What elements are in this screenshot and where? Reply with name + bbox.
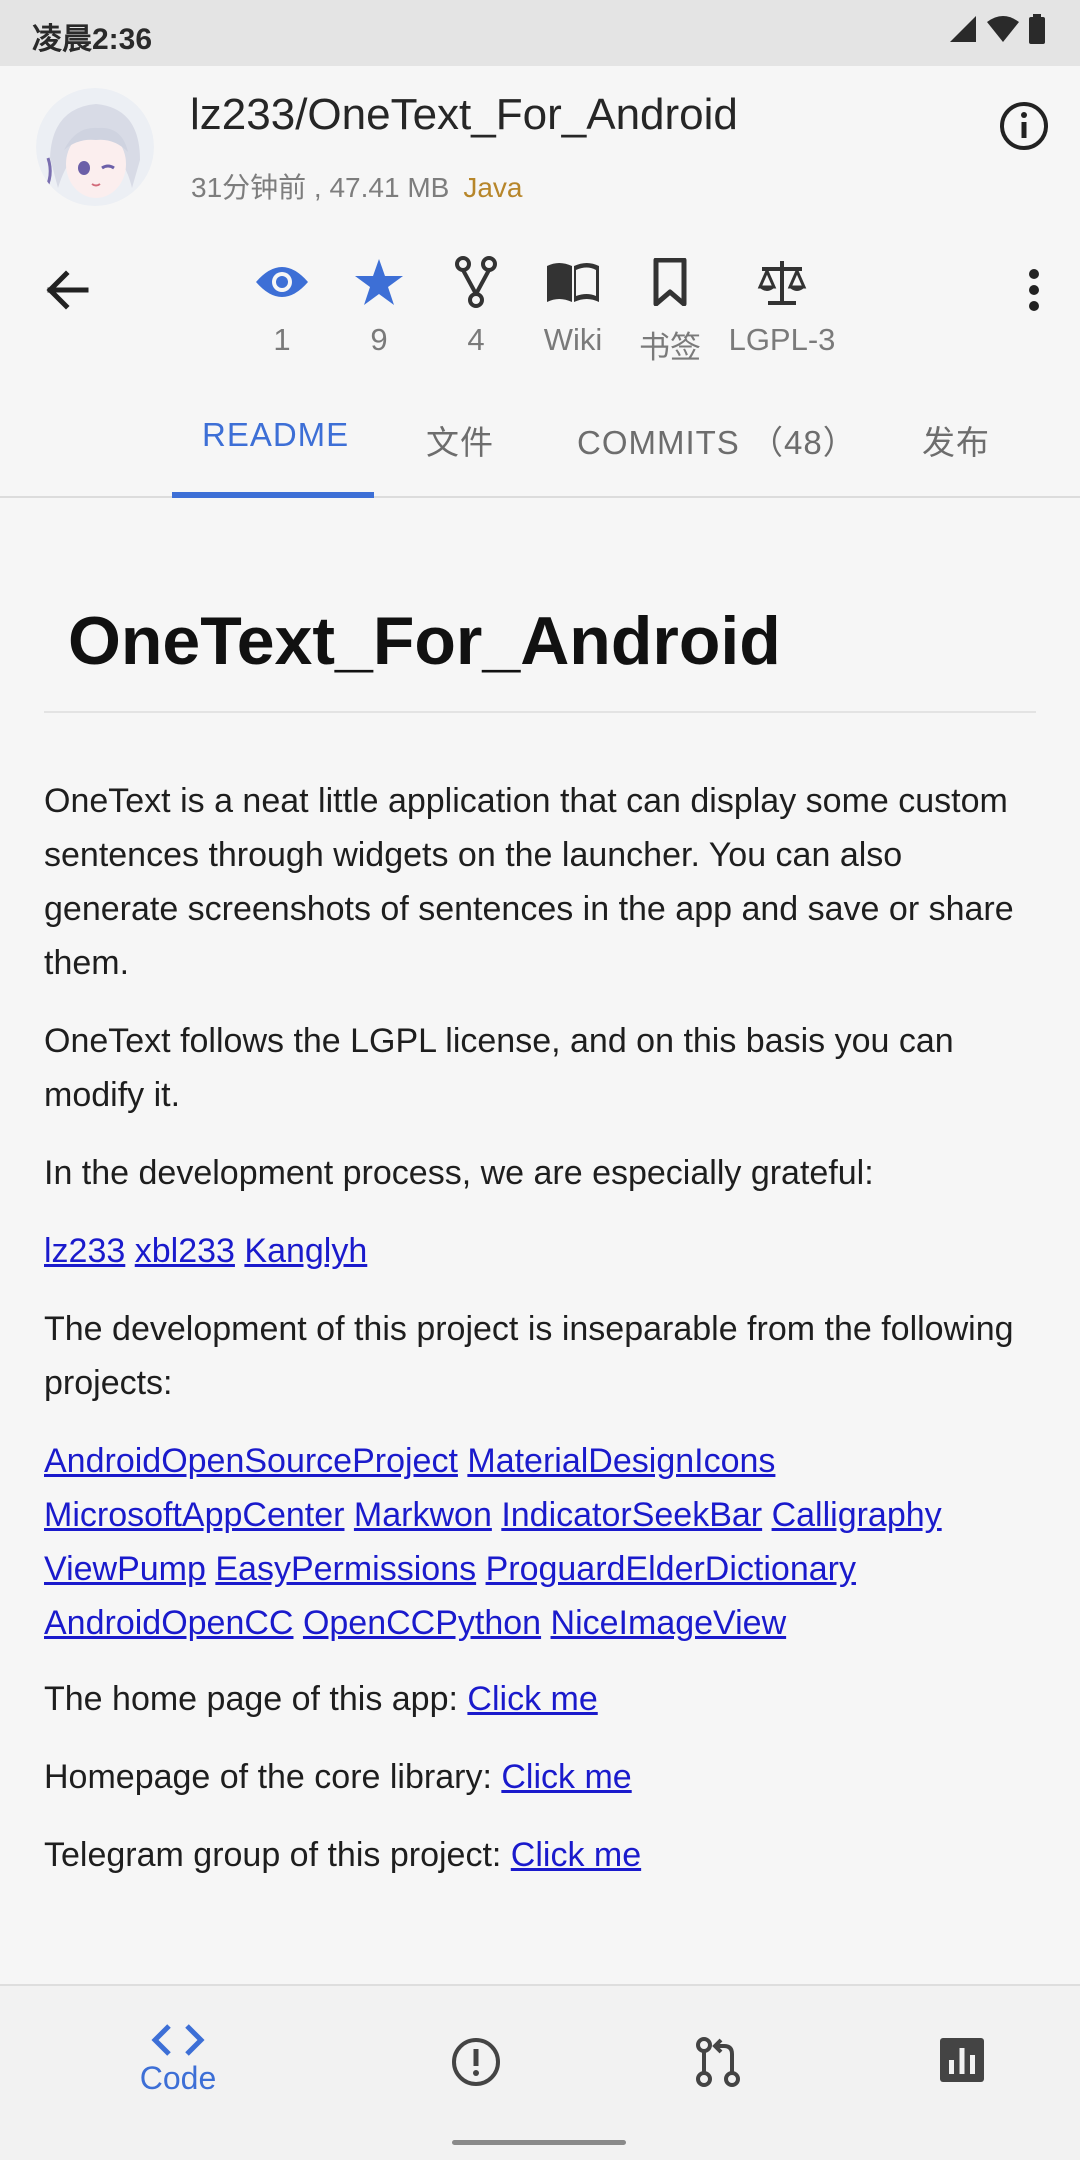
telegram-label: Telegram group of this project:: [44, 1836, 502, 1874]
project-link[interactable]: OpenCCPython: [303, 1604, 541, 1642]
telegram-link[interactable]: Click me: [511, 1836, 641, 1874]
title-divider: [44, 711, 1036, 713]
contributor-links: lz233 xbl233 Kanglyh: [44, 1224, 1024, 1278]
home-page-link[interactable]: Click me: [467, 1680, 597, 1718]
contributor-link[interactable]: Kanglyh: [244, 1232, 367, 1270]
tab-releases[interactable]: 发布: [922, 416, 990, 498]
bookmark-icon: [653, 258, 687, 306]
scale-icon: [757, 261, 807, 305]
license-stat[interactable]: LGPL-3: [727, 252, 837, 358]
core-library-link[interactable]: Click me: [501, 1758, 631, 1796]
readme-paragraph-dependencies: The development of this project is insep…: [44, 1310, 1014, 1402]
repo-name: lz233/OneText_For_Android: [190, 90, 738, 139]
avatar[interactable]: [36, 88, 154, 206]
signal-icon: [950, 16, 976, 42]
readme-paragraph-intro: OneText is a neat little application tha…: [44, 782, 1014, 982]
status-time: 凌晨2:36: [32, 23, 153, 56]
readme-content: OneText_For_Android OneText is a neat li…: [0, 498, 1080, 1984]
watchers-count: 1: [273, 322, 291, 357]
bar-chart-icon: [940, 2038, 984, 2082]
book-icon: [547, 263, 599, 302]
stars-count: 9: [370, 322, 388, 357]
info-icon[interactable]: [994, 96, 1054, 156]
repo-tabs: README 文件 COMMITS （48） 发布: [0, 416, 1080, 498]
issues-icon: [452, 2038, 500, 2086]
nav-pull-requests[interactable]: [690, 2036, 746, 2088]
project-links: AndroidOpenSourceProject MaterialDesignI…: [44, 1434, 1044, 1650]
project-link[interactable]: Markwon: [354, 1496, 492, 1534]
contributor-link[interactable]: lz233: [44, 1232, 125, 1270]
forks-stat[interactable]: 4: [421, 252, 531, 358]
license-label: LGPL-3: [728, 322, 836, 357]
tab-readme[interactable]: README: [202, 416, 349, 498]
project-link[interactable]: MicrosoftAppCenter: [44, 1496, 344, 1534]
forks-count: 4: [467, 322, 485, 357]
fork-icon: [455, 256, 497, 308]
bookmark-stat[interactable]: 书签: [615, 252, 725, 367]
repo-meta: 31分钟前 , 47.41 MB Java: [191, 166, 523, 206]
nav-code[interactable]: Code: [128, 2022, 228, 2097]
telegram-line: Telegram group of this project: Click me: [44, 1828, 1024, 1882]
home-page-line: The home page of this app: Click me: [44, 1672, 1024, 1726]
status-icons: [948, 14, 1046, 44]
tab-commits[interactable]: COMMITS （48）: [577, 416, 857, 498]
project-link[interactable]: ProguardElderDictionary: [486, 1550, 856, 1588]
project-link[interactable]: AndroidOpenSourceProject: [44, 1442, 458, 1480]
nav-code-label: Code: [139, 2060, 217, 2096]
eye-icon: [256, 267, 308, 297]
wifi-icon: [987, 16, 1019, 42]
status-bar: 凌晨2:36: [0, 0, 1080, 66]
wiki-stat[interactable]: Wiki: [518, 252, 628, 358]
code-icon: [151, 2024, 205, 2056]
repo-language: Java: [463, 172, 523, 203]
project-link[interactable]: IndicatorSeekBar: [501, 1496, 762, 1534]
core-library-label: Homepage of the core library:: [44, 1758, 492, 1796]
repo-updated-size: 31分钟前 , 47.41 MB: [191, 172, 450, 203]
contributor-link[interactable]: xbl233: [135, 1232, 235, 1270]
bookmark-label: 书签: [639, 330, 701, 365]
home-indicator: [452, 2140, 626, 2145]
wiki-label: Wiki: [543, 322, 603, 357]
repo-header: lz233/OneText_For_Android 31分钟前 , 47.41 …: [0, 66, 1080, 498]
nav-issues[interactable]: [448, 2036, 504, 2088]
readme-paragraph-license: OneText follows the LGPL license, and on…: [44, 1022, 954, 1114]
home-page-label: The home page of this app:: [44, 1680, 458, 1718]
project-link[interactable]: EasyPermissions: [215, 1550, 476, 1588]
bottom-navigation: Code: [0, 1984, 1080, 2160]
readme-paragraph-thanks: In the development process, we are espec…: [44, 1154, 874, 1192]
project-link[interactable]: ViewPump: [44, 1550, 206, 1588]
project-link[interactable]: AndroidOpenCC: [44, 1604, 293, 1642]
pull-request-icon: [696, 2037, 740, 2087]
project-link[interactable]: Calligraphy: [772, 1496, 942, 1534]
stars-stat[interactable]: 9: [324, 252, 434, 358]
repo-stats: 1 9 4 Wiki 书签 LGPL-3: [0, 252, 1080, 372]
nav-insights[interactable]: [934, 2036, 990, 2084]
core-library-line: Homepage of the core library: Click me: [44, 1750, 1024, 1804]
watchers-stat[interactable]: 1: [227, 252, 337, 358]
more-vert-icon[interactable]: [1014, 262, 1054, 318]
tab-files[interactable]: 文件: [426, 416, 494, 498]
star-icon: [355, 259, 403, 305]
battery-icon: [1029, 14, 1045, 44]
project-link[interactable]: MaterialDesignIcons: [467, 1442, 775, 1480]
readme-title: OneText_For_Android: [68, 603, 781, 679]
project-link[interactable]: NiceImageView: [551, 1604, 787, 1642]
